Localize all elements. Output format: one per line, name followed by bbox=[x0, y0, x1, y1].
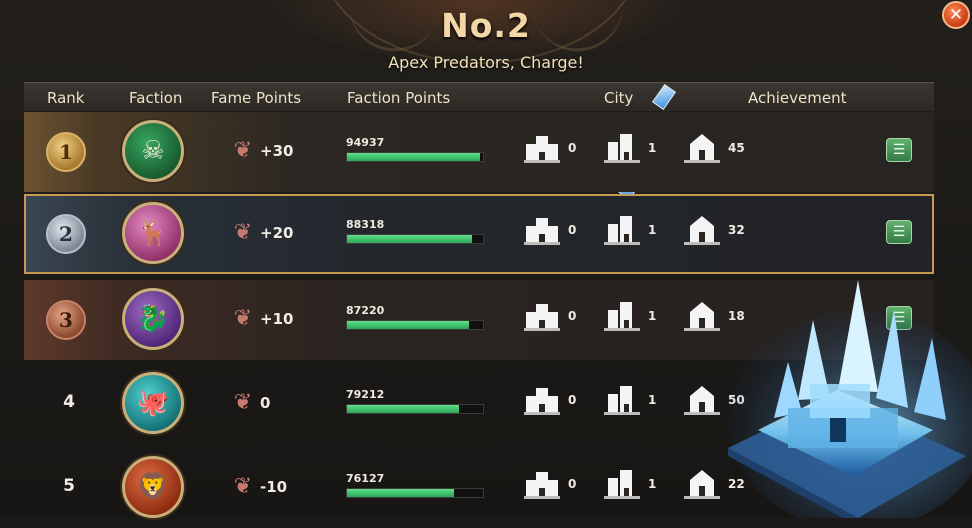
city-count-b: 1 bbox=[602, 212, 656, 248]
col-city: City bbox=[604, 89, 634, 107]
table-row[interactable]: 1 ☠ ❦ +30 94937 0 1 45 ☰ bbox=[24, 112, 934, 192]
faction-points-fill bbox=[347, 405, 459, 413]
city-fort-icon bbox=[522, 382, 562, 418]
page-subtitle: Apex Predators, Charge! bbox=[388, 53, 584, 72]
city-tower-icon bbox=[602, 130, 642, 166]
faction-emblem-stag-icon[interactable]: 🦌 bbox=[122, 202, 184, 264]
rank-number: 4 bbox=[63, 392, 75, 412]
fame-points: ❦ 0 bbox=[230, 390, 271, 416]
fame-points: ❦ -10 bbox=[230, 474, 287, 500]
table-row[interactable]: 2 🦌 ❦ +20 88318 0 1 32 ☰ bbox=[24, 194, 934, 274]
faction-points-bar bbox=[346, 152, 484, 162]
list-icon: ☰ bbox=[892, 142, 906, 158]
rank-medal-silver: 2 bbox=[46, 214, 86, 254]
faction-points: 79212 bbox=[346, 388, 486, 414]
city-fort-icon bbox=[522, 298, 562, 334]
achievement-list-button[interactable]: ☰ bbox=[886, 138, 912, 162]
city-count-b: 1 bbox=[602, 298, 656, 334]
city-tower-icon bbox=[602, 298, 642, 334]
faction-points-value: 87220 bbox=[346, 304, 385, 317]
col-achievement: Achievement bbox=[748, 89, 847, 107]
fame-value: -10 bbox=[260, 478, 288, 496]
faction-points-bar bbox=[346, 234, 484, 244]
city-tower-icon bbox=[602, 466, 642, 502]
faction-points-value: 94937 bbox=[346, 136, 385, 149]
faction-emblem-lion-icon[interactable]: 🦁 bbox=[122, 456, 184, 518]
city-count-a: 0 bbox=[522, 298, 576, 334]
rank-number: 5 bbox=[63, 476, 75, 496]
fame-rose-icon: ❦ bbox=[233, 138, 253, 163]
fame-points: ❦ +20 bbox=[230, 220, 294, 246]
city-count-a: 0 bbox=[522, 382, 576, 418]
faction-points-fill bbox=[347, 235, 473, 243]
col-faction: Faction bbox=[129, 89, 183, 107]
fame-points: ❦ +10 bbox=[230, 306, 294, 332]
close-button[interactable]: ✕ bbox=[942, 1, 970, 29]
faction-points-value: 88318 bbox=[346, 218, 385, 231]
city-count-b: 1 bbox=[602, 130, 656, 166]
faction-points-fill bbox=[347, 321, 470, 329]
faction-points-value: 79212 bbox=[346, 388, 385, 401]
achievement-list-button[interactable]: ☰ bbox=[886, 220, 912, 244]
rank-medal-bronze: 3 bbox=[46, 300, 86, 340]
city-count-b: 1 bbox=[602, 382, 656, 418]
city-count-a: 0 bbox=[522, 130, 576, 166]
city-castle-icon bbox=[682, 382, 722, 418]
faction-points-fill bbox=[347, 153, 481, 161]
city-count-c: 45 bbox=[682, 130, 745, 166]
fame-rose-icon: ❦ bbox=[233, 220, 253, 245]
col-faction-points: Faction Points bbox=[347, 89, 451, 107]
city-fort-icon bbox=[522, 466, 562, 502]
city-castle-icon bbox=[682, 466, 722, 502]
city-count-c: 32 bbox=[682, 212, 745, 248]
faction-emblem-skull-crown-icon[interactable]: ☠ bbox=[122, 120, 184, 182]
col-rank: Rank bbox=[47, 89, 85, 107]
city-castle-icon bbox=[682, 212, 722, 248]
ice-castle-illustration bbox=[718, 280, 972, 528]
col-fame-points: Fame Points bbox=[211, 89, 302, 107]
faction-points: 76127 bbox=[346, 472, 486, 498]
city-castle-icon bbox=[682, 298, 722, 334]
faction-points-bar bbox=[346, 404, 484, 414]
city-tower-icon bbox=[602, 212, 642, 248]
fame-value: 0 bbox=[260, 394, 271, 412]
fame-points: ❦ +30 bbox=[230, 138, 294, 164]
city-fort-icon bbox=[522, 212, 562, 248]
city-count-a: 0 bbox=[522, 212, 576, 248]
fame-rose-icon: ❦ bbox=[233, 474, 253, 499]
fame-rose-icon: ❦ bbox=[233, 390, 253, 415]
fame-rose-icon: ❦ bbox=[233, 306, 253, 331]
city-count-a: 0 bbox=[522, 466, 576, 502]
faction-points: 88318 bbox=[346, 218, 486, 244]
faction-points-bar bbox=[346, 320, 484, 330]
faction-points-value: 76127 bbox=[346, 472, 385, 485]
city-castle-icon bbox=[682, 130, 722, 166]
page-title: No.2 bbox=[441, 6, 531, 45]
fame-value: +10 bbox=[260, 310, 294, 328]
rank-medal-gold: 1 bbox=[46, 132, 86, 172]
faction-emblem-dragon-icon[interactable]: 🐉 bbox=[122, 288, 184, 350]
faction-points-fill bbox=[347, 489, 455, 497]
city-fort-icon bbox=[522, 130, 562, 166]
table-header: Rank Faction Fame Points Faction Points … bbox=[24, 82, 934, 111]
faction-emblem-kraken-icon[interactable]: 🐙 bbox=[122, 372, 184, 434]
fame-value: +20 bbox=[260, 224, 294, 242]
faction-points: 94937 bbox=[346, 136, 486, 162]
city-tower-icon bbox=[602, 382, 642, 418]
close-x-icon: ✕ bbox=[948, 5, 964, 25]
city-count-b: 1 bbox=[602, 466, 656, 502]
faction-points-bar bbox=[346, 488, 484, 498]
list-icon: ☰ bbox=[892, 224, 906, 240]
faction-points: 87220 bbox=[346, 304, 486, 330]
fame-value: +30 bbox=[260, 142, 294, 160]
